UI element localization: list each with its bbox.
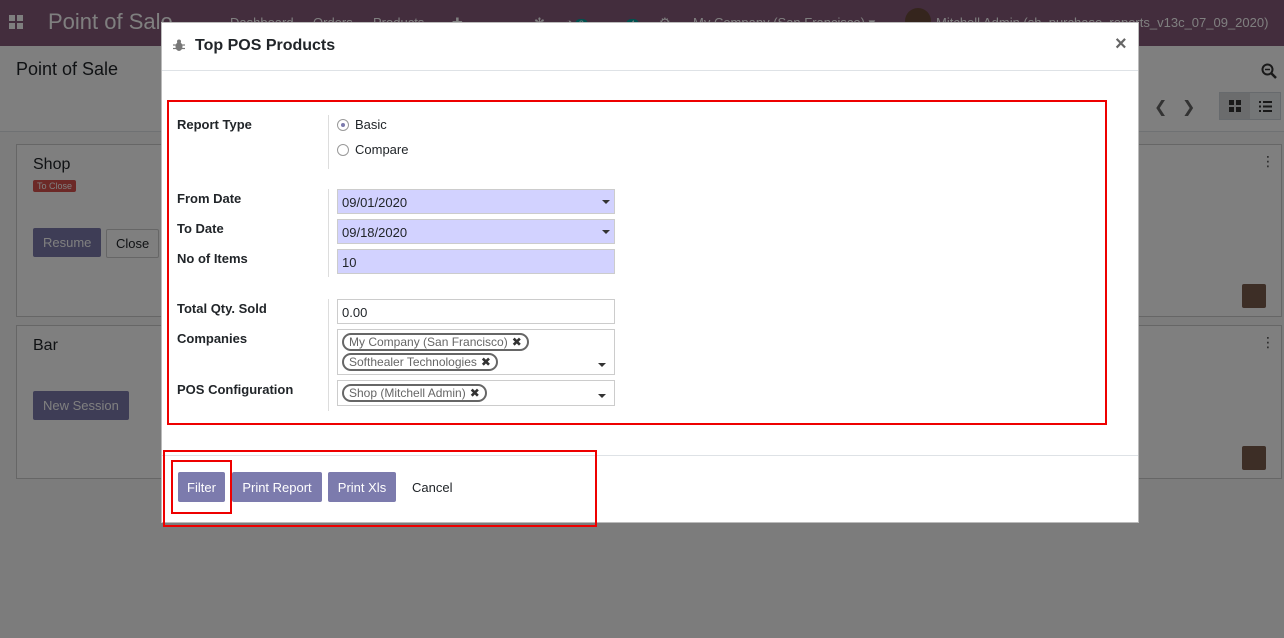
highlight-form-box [167,100,1107,425]
bug-icon [173,39,185,51]
close-icon[interactable]: × [1115,33,1127,56]
modal-header: Top POS Products × [162,23,1138,71]
highlight-footer-box [163,450,597,527]
modal-title: Top POS Products [195,37,336,54]
top-pos-products-dialog: Top POS Products × Report Type Basic Com… [161,22,1139,527]
